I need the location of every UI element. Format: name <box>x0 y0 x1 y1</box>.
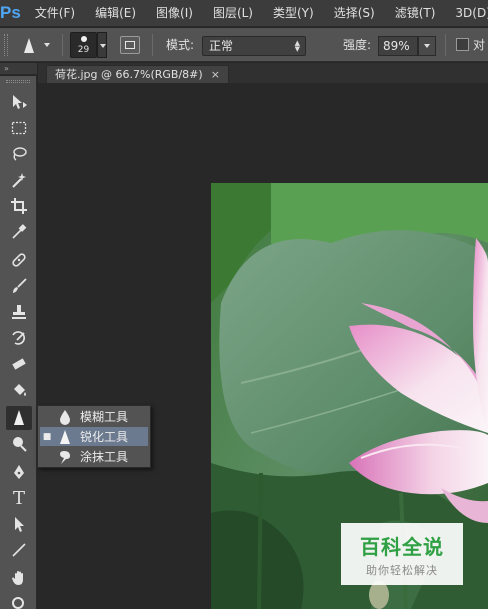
close-icon[interactable]: × <box>211 68 220 81</box>
chevron-down-icon <box>44 43 50 47</box>
flyout-item-sharpen-tool[interactable]: ■ 锐化工具 <box>40 427 148 446</box>
tool-preset-picker[interactable] <box>18 34 50 56</box>
menu-3d[interactable]: 3D(D) <box>449 0 488 27</box>
document-tab-title: 荷花.jpg @ 66.7%(RGB/8#) <box>55 68 203 81</box>
sample-all-layers-checkbox[interactable] <box>456 38 469 51</box>
type-tool[interactable]: T <box>6 486 32 510</box>
strength-label: 强度: <box>343 38 372 52</box>
blur-icon <box>54 407 76 426</box>
divider <box>445 34 446 56</box>
brush-tip-icon <box>81 36 87 42</box>
path-selection-tool[interactable] <box>6 512 32 536</box>
sharpen-tool[interactable] <box>6 406 32 430</box>
menu-file[interactable]: 文件(F) <box>29 0 81 27</box>
mode-value: 正常 <box>209 39 234 53</box>
clone-stamp-tool[interactable] <box>6 300 32 324</box>
smudge-icon <box>54 447 76 466</box>
sample-all-layers-label: 对 <box>473 38 486 52</box>
toolbar-grip[interactable] <box>6 80 30 83</box>
path-selection-icon <box>15 517 24 532</box>
toolbar-collapse-button[interactable]: » <box>0 63 37 75</box>
crop-tool[interactable] <box>6 194 32 218</box>
menu-edit[interactable]: 编辑(E) <box>89 0 142 27</box>
options-bar: 29 模式: 正常 ▲ ▼ 强度: 89% 对 <box>0 28 488 62</box>
menu-image[interactable]: 图像(I) <box>150 0 199 27</box>
divider <box>152 34 153 56</box>
menu-filter[interactable]: 滤镜(T) <box>389 0 442 27</box>
sharpen-icon <box>54 427 76 446</box>
flyout-item-label: 模糊工具 <box>80 410 129 424</box>
mode-label: 模式: <box>166 38 195 52</box>
hand-tool[interactable] <box>6 566 32 590</box>
divider <box>62 34 63 56</box>
magnifier-icon <box>12 597 24 609</box>
flyout-item-label: 涂抹工具 <box>80 450 129 464</box>
eraser-tool[interactable] <box>6 352 32 376</box>
magic-wand-tool[interactable] <box>6 168 32 192</box>
brush-tool[interactable] <box>6 274 32 298</box>
paint-bucket-icon <box>14 384 26 396</box>
selected-marker-icon: ■ <box>42 431 52 442</box>
flyout-item-label: 锐化工具 <box>80 430 129 444</box>
move-tool[interactable] <box>6 90 32 114</box>
sharpen-icon <box>24 37 34 53</box>
baike-watermark: 百科全说 助你轻松解决 <box>341 523 463 585</box>
eyedropper-tool[interactable] <box>6 220 32 244</box>
line-tool[interactable] <box>6 538 32 562</box>
toning-tools-flyout: 模糊工具 ■ 锐化工具 涂抹工具 <box>37 405 151 468</box>
watermark-title: 百科全说 <box>360 534 444 559</box>
magic-wand-icon <box>12 173 26 188</box>
rectangular-marquee-icon <box>11 121 27 135</box>
history-brush-icon <box>12 331 26 345</box>
line-icon <box>12 543 26 557</box>
dodge-icon <box>13 437 27 452</box>
document-tab-strip: 荷花.jpg @ 66.7%(RGB/8#) × <box>38 63 488 83</box>
tools-panel: T <box>0 76 37 609</box>
updown-arrows-icon: ▲ ▼ <box>294 39 300 53</box>
document-tab[interactable]: 荷花.jpg @ 66.7%(RGB/8#) × <box>46 65 229 83</box>
flyout-item-smudge-tool[interactable]: 涂抹工具 <box>40 447 148 466</box>
strength-slider-dropdown[interactable] <box>418 36 436 56</box>
mode-select[interactable]: 正常 ▲ ▼ <box>202 36 306 56</box>
move-icon <box>13 95 27 109</box>
zoom-tool[interactable] <box>6 592 32 609</box>
brush-size-value: 29 <box>77 45 90 55</box>
pen-icon <box>14 465 24 479</box>
brush-panel-toggle-button[interactable] <box>120 36 140 54</box>
paint-bucket-tool[interactable] <box>6 378 32 402</box>
brush-preset-dropdown[interactable] <box>97 32 107 58</box>
brush-preset-preview[interactable]: 29 <box>70 32 97 58</box>
options-bar-grip[interactable] <box>4 34 8 56</box>
eraser-icon <box>12 358 26 370</box>
watermark-subtitle: 助你轻松解决 <box>366 563 438 577</box>
bandage-icon <box>12 253 26 267</box>
hand-icon <box>12 571 23 585</box>
menu-bar: Ps 文件(F) 编辑(E) 图像(I) 图层(L) 类型(Y) 选择(S) 滤… <box>0 0 488 27</box>
photoshop-logo: Ps <box>0 3 21 22</box>
menu-type[interactable]: 类型(Y) <box>267 0 320 27</box>
dodge-tool[interactable] <box>6 432 32 456</box>
stamp-icon <box>12 305 26 319</box>
eyedropper-icon <box>12 224 27 239</box>
pen-tool[interactable] <box>6 460 32 484</box>
flyout-item-blur-tool[interactable]: 模糊工具 <box>40 407 148 426</box>
strength-input[interactable]: 89% <box>378 36 418 56</box>
type-icon: T <box>12 487 25 509</box>
crop-icon <box>11 198 27 214</box>
history-brush-tool[interactable] <box>6 326 32 350</box>
menu-select[interactable]: 选择(S) <box>328 0 381 27</box>
paintbrush-icon <box>13 278 27 293</box>
sharpen-icon <box>14 410 24 425</box>
menu-layer[interactable]: 图层(L) <box>207 0 259 27</box>
lasso-icon <box>13 147 27 161</box>
lasso-tool[interactable] <box>6 142 32 166</box>
healing-brush-tool[interactable] <box>6 248 32 272</box>
marquee-tool[interactable] <box>6 116 32 140</box>
brush-panel-icon <box>125 41 135 49</box>
